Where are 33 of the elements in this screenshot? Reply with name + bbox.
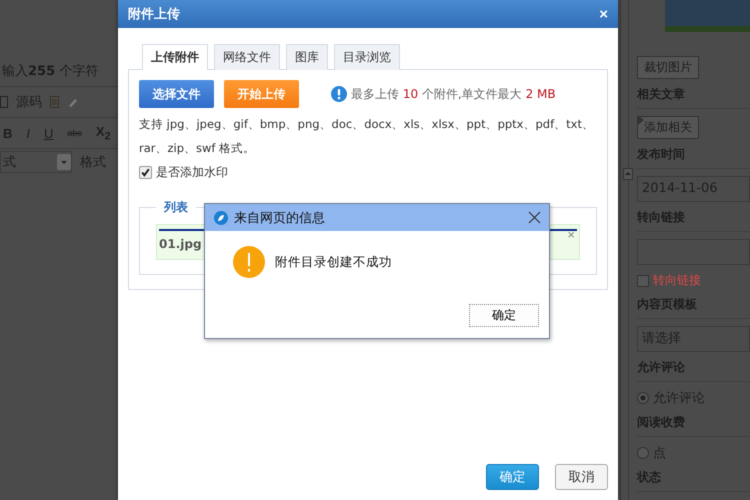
document-icon bbox=[50, 96, 59, 108]
ok-button[interactable]: 确定 bbox=[469, 304, 539, 327]
dialog-button[interactable]: 确定 bbox=[486, 464, 539, 490]
tab[interactable]: 图库 bbox=[286, 44, 328, 70]
triangle-icon[interactable] bbox=[638, 115, 644, 125]
sidebar-button[interactable]: 裁切图片 bbox=[637, 56, 699, 79]
list-legend: 列表 bbox=[156, 199, 196, 216]
remove-button[interactable]: × bbox=[567, 227, 575, 242]
tab[interactable]: 目录浏览 bbox=[334, 44, 400, 70]
sidebar-button[interactable]: 添加相关 bbox=[637, 116, 699, 139]
checkbox[interactable] bbox=[139, 166, 152, 179]
action-button[interactable]: 开始上传 bbox=[224, 80, 299, 108]
supported-formats-text: 支持 jpg、jpeg、gif、bmp、png、doc、docx、xls、xlsx、ppt、pptx、pdf、txt、rar、zip、swf 格式。 bbox=[139, 116, 595, 157]
info-icon bbox=[331, 86, 347, 102]
alert-title: 来自网页的信息 bbox=[234, 210, 326, 226]
alert-message: 附件目录创建不成功 bbox=[275, 254, 392, 270]
document-icon bbox=[0, 96, 8, 108]
upload-limit-text: 最多上传 10 个附件,单文件最大 2 MB bbox=[351, 86, 556, 102]
browser-icon bbox=[214, 210, 228, 224]
tab[interactable]: 上传附件 bbox=[142, 44, 208, 70]
file-name: 01.jpg bbox=[159, 237, 202, 251]
dialog-title: 附件上传 bbox=[128, 6, 180, 23]
checkbox-label: 转向链接 bbox=[653, 272, 701, 289]
dialog-button[interactable]: 取消 bbox=[555, 464, 608, 490]
checkbox[interactable] bbox=[637, 274, 649, 286]
brush-icon bbox=[67, 96, 79, 108]
radio-button[interactable] bbox=[637, 447, 649, 459]
radio-button[interactable] bbox=[637, 392, 649, 404]
close-button[interactable]: × bbox=[599, 6, 608, 22]
warning-icon bbox=[233, 246, 265, 278]
checkbox-label: 是否添加水印 bbox=[156, 164, 228, 181]
action-button[interactable]: 选择文件 bbox=[139, 80, 214, 108]
tab[interactable]: 网络文件 bbox=[214, 44, 280, 70]
